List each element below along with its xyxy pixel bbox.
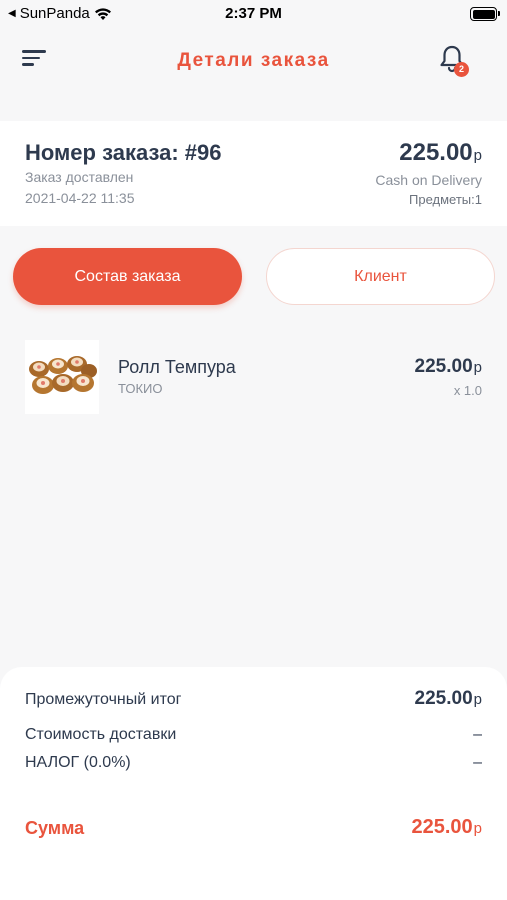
notification-badge: 2 — [454, 62, 469, 77]
order-number: Номер заказа: #96 — [25, 140, 222, 165]
product-name: Ролл Темпура — [118, 357, 236, 377]
product-restaurant: ТОКИО — [118, 381, 163, 396]
currency-symbol: р — [473, 359, 482, 376]
currency-symbol: р — [473, 147, 482, 164]
delivery-value: – — [473, 726, 482, 743]
tax-label: НАЛОГ (0.0%) — [25, 754, 131, 771]
order-date: 2021-04-22 11:35 — [25, 190, 135, 206]
page-title: Детали заказа — [177, 50, 330, 71]
header: Детали заказа 2 — [0, 30, 507, 114]
currency-symbol: р — [473, 820, 482, 837]
product-price: 225.00р — [415, 356, 482, 378]
order-total-value: 225.00 — [399, 139, 473, 166]
notification-bell[interactable]: 2 — [438, 44, 472, 78]
total-value: 225.00р — [411, 816, 482, 839]
items-count: Предметы:1 — [409, 192, 482, 207]
product-quantity: x 1.0 — [453, 383, 482, 398]
order-totals-panel: Промежуточный итог 225.00р Стоимость дос… — [0, 667, 507, 900]
order-status: Заказ доставлен — [25, 169, 134, 185]
total-label: Сумма — [25, 818, 85, 838]
tax-value: – — [473, 754, 482, 771]
subtotal-label: Промежуточный итог — [25, 691, 182, 708]
subtotal-value: 225.00р — [415, 688, 482, 710]
product-price-value: 225.00 — [414, 356, 473, 377]
battery-icon — [470, 7, 500, 21]
product-image — [25, 340, 99, 414]
list-item[interactable]: Ролл Темпура ТОКИО 225.00р x 1.0 — [0, 340, 507, 415]
status-bar: ◀ SunPanda 2:37 PM — [0, 0, 507, 30]
delivery-label: Стоимость доставки — [25, 726, 177, 743]
order-summary-card: Номер заказа: #96 Заказ доставлен 2021-0… — [0, 121, 507, 226]
total-amount: 225.00 — [411, 816, 473, 838]
subtotal-amount: 225.00 — [414, 688, 473, 709]
tab-order-contents[interactable]: Состав заказа — [13, 248, 242, 305]
status-time: 2:37 PM — [225, 5, 282, 22]
order-total: 225.00р — [399, 139, 482, 167]
tab-client[interactable]: Клиент — [266, 248, 495, 305]
payment-method: Cash on Delivery — [375, 172, 482, 188]
currency-symbol: р — [473, 691, 482, 708]
